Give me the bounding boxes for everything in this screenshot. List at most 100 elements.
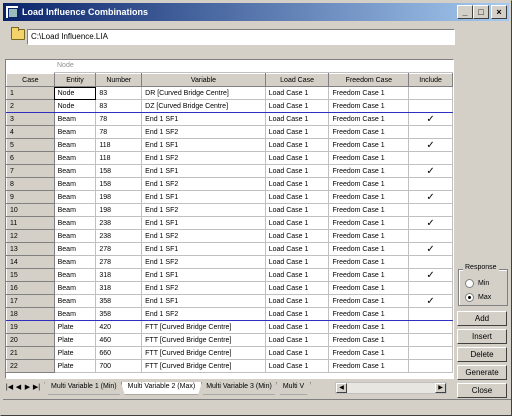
grid-cell[interactable]: Plate [54, 320, 97, 334]
grid-cell[interactable]: Beam [54, 229, 97, 243]
grid-cell[interactable]: Load Case 1 [265, 164, 330, 178]
generate-button[interactable]: Generate [457, 365, 507, 380]
table-row[interactable]: 6 Beam 118 End 1 SF2 Load Case 1 Freedom Case… [6, 151, 453, 165]
grid-cell[interactable]: Beam [54, 138, 97, 152]
grid-cell[interactable]: 158 [95, 164, 143, 178]
grid-cell[interactable]: Node [54, 99, 97, 113]
grid-cell[interactable]: FTT [Curved Bridge Centre] [141, 359, 266, 373]
grid-cell[interactable]: 700 [95, 359, 143, 373]
horizontal-scrollbar[interactable]: ◀ ▶ [335, 382, 447, 394]
include-cell[interactable]: ✓ [408, 216, 453, 230]
grid-cell[interactable]: Freedom Case 1 [328, 229, 410, 243]
grid-cell[interactable]: Freedom Case 1 [328, 242, 410, 256]
grid-cell[interactable]: Plate [54, 346, 97, 360]
grid-cell[interactable]: Load Case 1 [265, 190, 330, 204]
first-tab-icon[interactable]: |◀ [5, 382, 14, 394]
grid-cell[interactable]: 278 [95, 255, 143, 269]
grid-cell[interactable]: End 1 SF1 [141, 138, 266, 152]
radio-max-dot[interactable] [465, 293, 474, 302]
grid-cell[interactable]: 318 [95, 268, 143, 282]
grid-cell[interactable]: Load Case 1 [265, 229, 330, 243]
grid-cell[interactable]: Load Case 1 [265, 138, 330, 152]
table-row[interactable]: 5 Beam 118 End 1 SF1 Load Case 1 Freedom Case… [6, 138, 453, 152]
grid-cell[interactable]: Freedom Case 1 [328, 99, 410, 113]
grid-cell[interactable]: End 1 SF2 [141, 203, 266, 217]
include-cell[interactable]: ✓ [408, 268, 453, 282]
grid-cell[interactable]: Beam [54, 307, 97, 321]
insert-button[interactable]: Insert [457, 329, 507, 344]
minimize-button[interactable]: _ [457, 5, 473, 19]
grid-cell[interactable]: Load Case 1 [265, 112, 330, 126]
grid-cell[interactable]: Freedom Case 1 [328, 216, 410, 230]
last-tab-icon[interactable]: ▶| [32, 382, 41, 394]
grid-cell[interactable]: End 1 SF2 [141, 255, 266, 269]
include-cell[interactable] [408, 99, 453, 113]
grid-cell[interactable]: End 1 SF1 [141, 216, 266, 230]
column-header[interactable]: Include [408, 73, 453, 87]
column-header[interactable]: Entity [53, 73, 97, 87]
prev-tab-icon[interactable]: ◀ [14, 382, 23, 394]
grid-cell[interactable]: End 1 SF2 [141, 307, 266, 321]
table-row[interactable]: 2 Node 83 DZ [Curved Bridge Centre] Load Cas… [6, 99, 453, 113]
grid-cell[interactable]: Freedom Case 1 [328, 125, 410, 139]
title-bar[interactable]: Load Influence Combinations _ □ × [3, 3, 509, 21]
grid-cell[interactable]: Load Case 1 [265, 125, 330, 139]
grid-cell[interactable]: End 1 SF1 [141, 294, 266, 308]
table-row[interactable]: 18 Beam 358 End 1 SF2 Load Case 1 Freedom Cas… [6, 307, 453, 321]
grid-cell[interactable]: Load Case 1 [265, 99, 330, 113]
grid-cell[interactable]: Freedom Case 1 [328, 190, 410, 204]
grid-cell[interactable]: Freedom Case 1 [328, 359, 410, 373]
grid-cell[interactable]: Freedom Case 1 [328, 151, 410, 165]
grid-cell[interactable]: 318 [95, 281, 143, 295]
grid-cell[interactable]: End 1 SF1 [141, 242, 266, 256]
grid-cell[interactable]: Freedom Case 1 [328, 333, 410, 347]
grid-cell[interactable]: Beam [54, 268, 97, 282]
include-cell[interactable]: ✓ [408, 190, 453, 204]
scroll-left-icon[interactable]: ◀ [336, 383, 347, 393]
grid-cell[interactable]: Load Case 1 [265, 177, 330, 191]
close-window-button[interactable]: × [491, 5, 507, 19]
radio-max[interactable]: Max [465, 293, 491, 302]
table-row[interactable]: 11 Beam 238 End 1 SF1 Load Case 1 Freedom Cas… [6, 216, 453, 230]
grid-cell[interactable]: End 1 SF2 [141, 229, 266, 243]
grid-cell[interactable]: Load Case 1 [265, 320, 330, 334]
grid-cell[interactable]: Beam [54, 151, 97, 165]
grid-cell[interactable]: Freedom Case 1 [328, 268, 410, 282]
table-row[interactable]: 13 Beam 278 End 1 SF1 Load Case 1 Freedom Cas… [6, 242, 453, 256]
delete-button[interactable]: Delete [457, 347, 507, 362]
grid-cell[interactable]: 198 [95, 203, 143, 217]
table-row[interactable]: 1 Node 83 DR [Curved Bridge Centre] Load Cas… [6, 86, 453, 100]
include-cell[interactable] [408, 255, 453, 269]
grid-cell[interactable]: Load Case 1 [265, 268, 330, 282]
grid-cell[interactable]: Load Case 1 [265, 346, 330, 360]
grid-cell[interactable]: Node [54, 86, 97, 100]
include-cell[interactable] [408, 177, 453, 191]
column-header[interactable]: Variable [141, 73, 266, 87]
grid-cell[interactable]: 158 [95, 177, 143, 191]
table-row[interactable]: 19 Plate 420 FTT [Curved Bridge Centre] Load… [6, 320, 453, 334]
grid-cell[interactable]: Beam [54, 294, 97, 308]
grid-cell[interactable]: Beam [54, 255, 97, 269]
scroll-right-icon[interactable]: ▶ [435, 383, 446, 393]
grid-cell[interactable]: Load Case 1 [265, 294, 330, 308]
grid-cell[interactable]: Beam [54, 177, 97, 191]
grid-cell[interactable]: End 1 SF1 [141, 112, 266, 126]
grid-cell[interactable]: 660 [95, 346, 143, 360]
include-cell[interactable] [408, 333, 453, 347]
table-row[interactable]: 4 Beam 78 End 1 SF2 Load Case 1 Freedom Case … [6, 125, 453, 139]
grid-cell[interactable]: 118 [95, 138, 143, 152]
grid-cell[interactable]: Beam [54, 216, 97, 230]
table-row[interactable]: 21 Plate 660 FTT [Curved Bridge Centre] Load… [6, 346, 453, 360]
table-row[interactable]: 8 Beam 158 End 1 SF2 Load Case 1 Freedom Case… [6, 177, 453, 191]
include-cell[interactable] [408, 359, 453, 373]
grid-cell[interactable]: Load Case 1 [265, 86, 330, 100]
grid-cell[interactable]: End 1 SF2 [141, 281, 266, 295]
grid-cell[interactable]: 358 [95, 294, 143, 308]
grid-cell[interactable]: Beam [54, 112, 97, 126]
grid-cell[interactable]: 118 [95, 151, 143, 165]
grid-cell[interactable]: Freedom Case 1 [328, 164, 410, 178]
sheet-tab[interactable]: Multi Variable 1 (Min) [44, 382, 124, 395]
table-row[interactable]: 14 Beam 278 End 1 SF2 Load Case 1 Freedom Cas… [6, 255, 453, 269]
include-cell[interactable] [408, 346, 453, 360]
grid-cell[interactable]: Freedom Case 1 [328, 203, 410, 217]
